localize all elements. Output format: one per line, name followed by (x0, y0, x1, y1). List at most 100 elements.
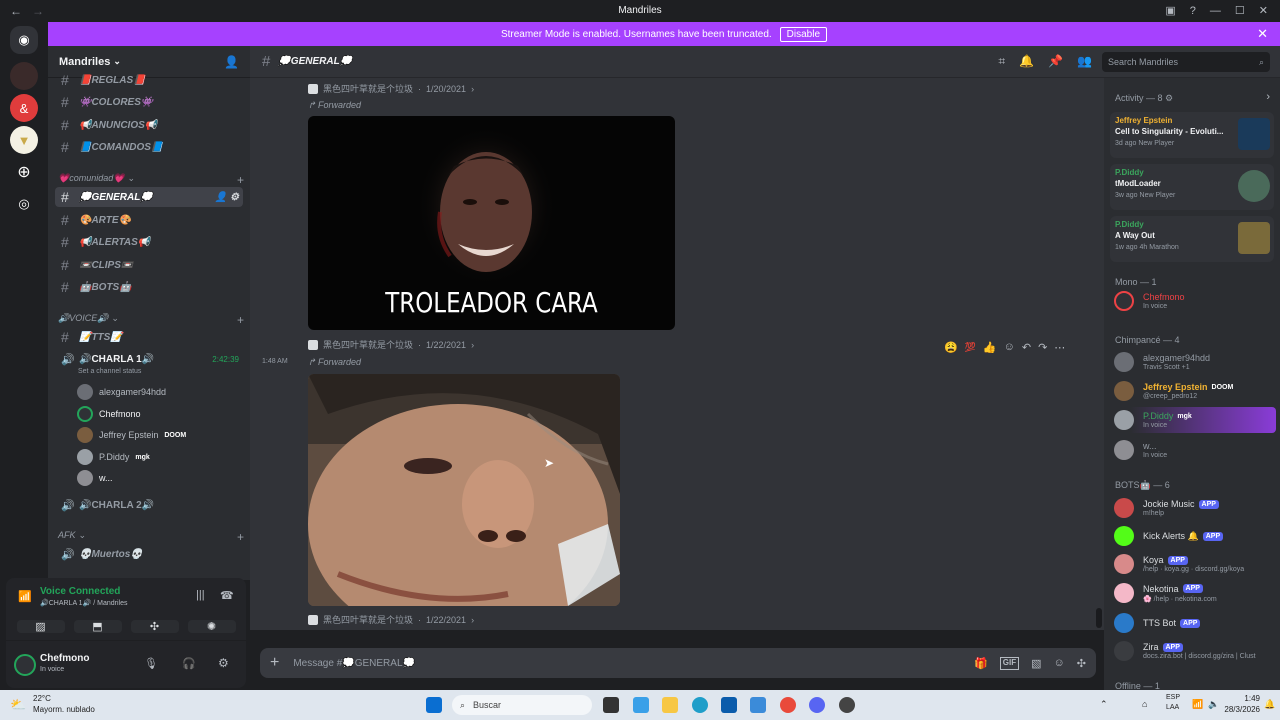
reply-icon[interactable]: ↶ (1022, 341, 1031, 354)
threads-icon[interactable]: ⌗ (998, 54, 1005, 69)
member-item[interactable]: Kick Alerts 🔔 APP (1114, 523, 1276, 549)
weather-desc[interactable]: Mayorm. nublado (33, 705, 95, 714)
channel-general[interactable]: # 💭GENERAL💭 👤 ⚙ (55, 187, 243, 207)
help-icon[interactable]: ? (1190, 5, 1196, 17)
member-item[interactable]: Jockie Music APP m!help (1114, 495, 1276, 521)
category-afk[interactable]: AFK ⌄ + (58, 530, 244, 544)
store-icon[interactable] (721, 697, 737, 713)
voice-user[interactable]: Chefmono (77, 405, 141, 423)
server-icon-mandriles[interactable] (10, 62, 38, 90)
forward-source[interactable]: 黑色四叶草就是个垃圾 · 1/22/2021 › (308, 338, 474, 351)
app-icon[interactable] (750, 697, 766, 713)
network-icon[interactable]: ⌂ (1142, 699, 1147, 709)
forward-icon[interactable]: ↷ (1038, 341, 1047, 354)
disconnect-icon[interactable]: ☎ (220, 589, 234, 602)
chat-scrollbar[interactable] (1096, 608, 1102, 628)
sticker-icon[interactable]: ▧ (1031, 657, 1041, 670)
avatar[interactable] (14, 654, 36, 676)
weather-icon[interactable]: ⛅ (10, 697, 26, 713)
back-arrow-icon[interactable]: ← (10, 4, 22, 18)
member-item[interactable]: P.Diddy mgk In voice (1114, 407, 1276, 433)
voice-channel-charla2[interactable]: 🔊 🔊CHARLA 2🔊 (55, 495, 243, 515)
notification-bell-icon[interactable]: 🔔 (1019, 54, 1034, 69)
forwarded-image[interactable]: TROLEADOR CARA (308, 116, 675, 330)
signal-icon[interactable]: 📶 (18, 590, 32, 603)
gif-icon[interactable]: GIF (999, 656, 1020, 670)
server-icon-light[interactable]: ▼ (10, 126, 38, 154)
forward-arrow-icon[interactable]: → (32, 4, 44, 18)
chevron-up-icon[interactable]: ⌃ (1100, 699, 1108, 710)
add-reaction-icon[interactable]: ☺ (1004, 341, 1015, 353)
activity-card[interactable]: Jeffrey Epstein Cell to Singularity - Ev… (1110, 112, 1274, 158)
member-item[interactable]: Koya APP/help · koya.gg · discord.gg/koya (1114, 551, 1276, 577)
channel-comandos[interactable]: # 📘COMANDOS📘 (55, 137, 243, 157)
discord-taskbar-icon[interactable] (809, 697, 825, 713)
member-item[interactable]: Chefmono In voice (1114, 288, 1276, 314)
edge-icon[interactable] (692, 697, 708, 713)
activity-header[interactable]: Activity — 8 ⚙ (1115, 93, 1173, 104)
language-indicator[interactable]: ESP (1166, 694, 1180, 701)
channel-colores[interactable]: # 👾COLORES👾 (55, 92, 243, 112)
emoji-icon[interactable]: ☺ (1054, 657, 1065, 670)
activity-card[interactable]: P.Diddy tModLoader 3w ago New Player (1110, 164, 1274, 210)
message-input[interactable]: Message #💭GENERAL💭 (293, 658, 415, 669)
noise-suppression-icon[interactable]: ||| (196, 589, 205, 601)
user-name[interactable]: Chefmono (40, 653, 89, 664)
forwarded-image[interactable]: ➤ (308, 374, 620, 606)
headphones-icon[interactable]: 🎧 (182, 657, 196, 670)
screen-share-icon[interactable]: ⬒ (73, 619, 122, 633)
voice-user[interactable]: Jeffrey Epstein DOOM (77, 426, 186, 444)
reaction-thumbsup-icon[interactable]: 👍 (983, 341, 997, 354)
channel-arte[interactable]: # 🎨ARTE🎨 (55, 210, 243, 230)
task-view-icon[interactable] (603, 697, 619, 713)
notifications-icon[interactable]: 🔔 (1264, 699, 1275, 710)
create-channel-icon[interactable]: + (237, 173, 244, 187)
gift-icon[interactable]: 🎁 (974, 657, 988, 670)
discover-icon[interactable]: ◎ (10, 190, 38, 218)
voice-user[interactable]: alexgamer94hdd (77, 383, 166, 401)
reaction-tired-icon[interactable]: 😩 (944, 341, 958, 354)
banner-close-icon[interactable]: ✕ (1257, 26, 1268, 42)
category-comunidad[interactable]: 💗comunidad💗 ⌄ + (58, 173, 244, 187)
channel-bots[interactable]: # 🤖BOTS🤖 (55, 277, 243, 297)
server-icon-dnd[interactable]: & (10, 94, 38, 122)
windows-start-icon[interactable] (426, 697, 442, 713)
member-item[interactable]: Jeffrey Epstein DOOM @creep_pedro12 (1114, 378, 1276, 404)
settings-gear-icon[interactable]: ⚙ (218, 656, 229, 670)
channel-alertas[interactable]: # 📢ALERTAS📢 (55, 232, 243, 252)
channel-clips[interactable]: # 📼CLIPS📼 (55, 255, 243, 275)
forward-source[interactable]: 黑色四叶草就是个垃圾 · 1/20/2021 › (308, 82, 474, 95)
search-input[interactable]: Search Mandriles ⌕ (1102, 52, 1270, 72)
minimize-button[interactable]: — (1210, 5, 1221, 17)
soundboard-icon[interactable]: ✺ (187, 619, 236, 633)
category-voice[interactable]: 🔊VOICE🔊 ⌄ + (58, 313, 244, 327)
member-list-icon[interactable]: 👥 (1077, 54, 1092, 69)
channel-anuncios[interactable]: # 📢ANUNCIOS📢 (55, 115, 243, 135)
voice-user[interactable]: w... (77, 469, 113, 487)
message-composer[interactable]: + Message #💭GENERAL💭 🎁 GIF ▧ ☺ ✣ (260, 648, 1096, 678)
camera-off-icon[interactable]: ▨ (16, 619, 65, 633)
app-icon[interactable] (839, 697, 855, 713)
upload-plus-icon[interactable]: + (270, 654, 279, 672)
forward-source[interactable]: 黑色四叶草就是个垃圾 · 1/22/2021 › (308, 613, 474, 626)
add-server-icon[interactable]: ⊕ (10, 158, 38, 186)
create-channel-icon[interactable]: + (237, 313, 244, 327)
volume-icon[interactable]: 🔈 (1208, 699, 1219, 710)
clock-time[interactable]: 1:49 (1224, 694, 1260, 703)
reaction-100-icon[interactable]: 💯 (965, 342, 976, 353)
channel-reglas[interactable]: # 📕REGLAS📕 (55, 70, 243, 90)
channel-status[interactable]: Set a channel status (78, 368, 141, 375)
member-item[interactable]: alexgamer94hdd Travis Scott +1 (1114, 349, 1276, 375)
member-item[interactable]: TTS Bot APP (1114, 610, 1276, 636)
apps-icon[interactable]: ✣ (1077, 657, 1086, 670)
invite-people-icon[interactable]: 👤 (224, 55, 239, 69)
discord-home-icon[interactable]: ◉ (10, 26, 38, 54)
close-window-button[interactable]: ✕ (1259, 4, 1268, 17)
voice-location[interactable]: 🔊CHARLA 1🔊 / Mandriles (40, 599, 127, 607)
member-item[interactable]: Nekotina APP 🌸 /help · nekotina.com (1114, 580, 1276, 606)
voice-channel-muertos[interactable]: 🔊 💀Muertos💀 (55, 544, 243, 564)
chrome-icon[interactable] (780, 697, 796, 713)
activity-card[interactable]: P.Diddy A Way Out 1w ago 4h Marathon (1110, 216, 1274, 262)
activities-icon[interactable]: ✣ (130, 619, 179, 633)
inbox-icon[interactable]: ▣ (1165, 4, 1175, 17)
